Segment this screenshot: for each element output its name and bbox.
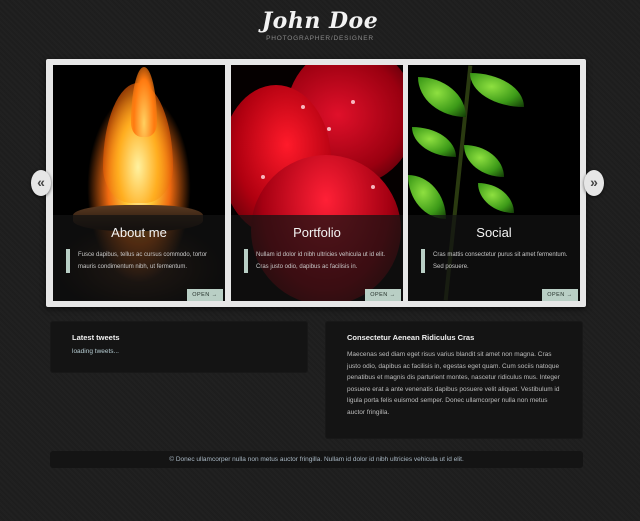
site-footer: © Donec ullamcorper nulla non metus auct… (50, 451, 583, 468)
leaf-shape (464, 145, 504, 177)
panel-text: Nullam id dolor id nibh ultricies vehicu… (244, 249, 394, 273)
water-drop (261, 175, 265, 179)
slider-next-icon[interactable]: » (584, 170, 604, 196)
tweets-title: Latest tweets (72, 333, 120, 342)
info-text: Maecenas sed diam eget risus varius blan… (347, 351, 560, 416)
panel-title: Portfolio (293, 225, 341, 240)
flame-tip-shape (131, 67, 157, 137)
panel-text: Cras mattis consectetur purus sit amet f… (421, 249, 571, 273)
tweets-box: Latest tweets loading tweets... (50, 321, 308, 373)
open-button[interactable]: OPEN → (365, 289, 401, 301)
info-box: Consectetur Aenean Ridiculus Cras Maecen… (325, 321, 583, 439)
site-header: John Doe PHOTOGRAPHER/DESIGNER (0, 8, 640, 42)
open-button[interactable]: OPEN → (187, 289, 223, 301)
panel-social[interactable]: Social Cras mattis consectetur purus sit… (408, 65, 580, 301)
info-title: Consectetur Aenean Ridiculus Cras (347, 333, 475, 342)
water-drop (371, 185, 375, 189)
panel-title: About me (111, 225, 167, 240)
open-button[interactable]: OPEN → (542, 289, 578, 301)
water-drop (301, 105, 305, 109)
leaf-shape (478, 183, 514, 213)
site-tagline: PHOTOGRAPHER/DESIGNER (266, 35, 374, 42)
leaf-shape (412, 127, 456, 157)
panel-about[interactable]: About me Fusce dapibus, tellus ac cursus… (53, 65, 225, 301)
slider-prev-icon[interactable]: « (31, 170, 51, 196)
panel-portfolio[interactable]: Portfolio Nullam id dolor id nibh ultric… (231, 65, 403, 301)
feature-slider: About me Fusce dapibus, tellus ac cursus… (46, 59, 586, 307)
water-drop (327, 127, 331, 131)
water-drop (351, 100, 355, 104)
leaf-shape (418, 77, 466, 117)
leaf-shape (408, 175, 446, 219)
site-logo[interactable]: John Doe (0, 8, 640, 34)
panel-title: Social (476, 225, 512, 240)
tweets-status: loading tweets... (72, 348, 119, 355)
panel-text: Fusce dapibus, tellus ac cursus commodo,… (66, 249, 216, 273)
leaf-shape (470, 73, 524, 107)
